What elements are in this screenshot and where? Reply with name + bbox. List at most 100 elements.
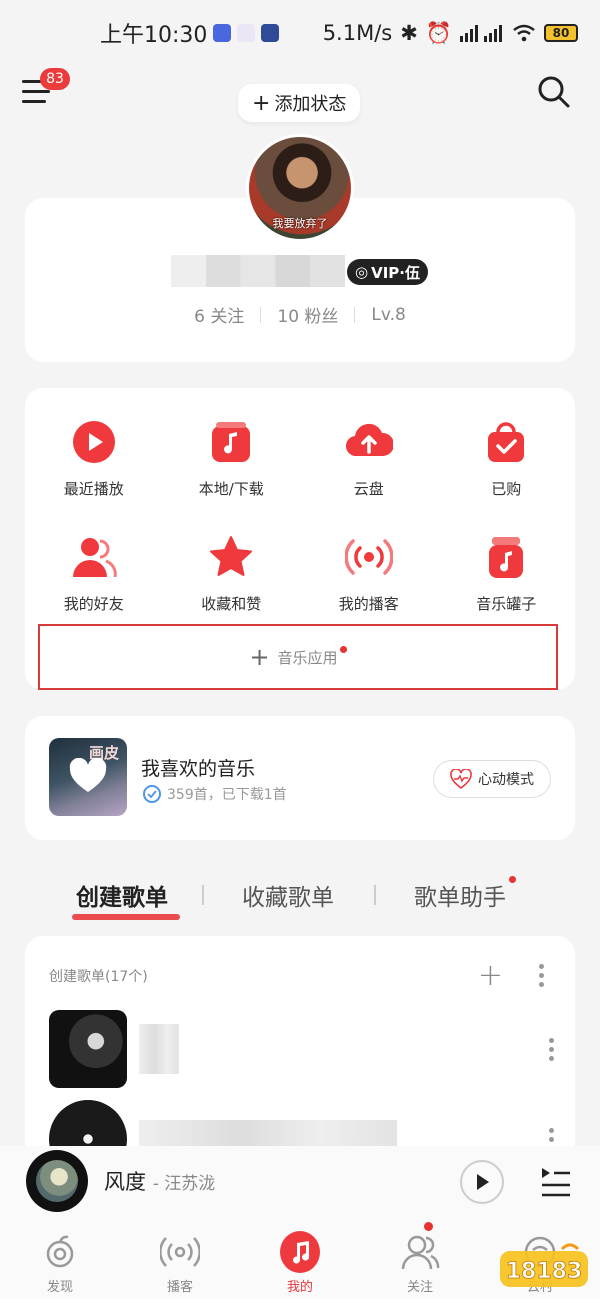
active-tab-indicator — [72, 914, 180, 920]
svg-text:18183: 18183 — [506, 1259, 583, 1284]
quick-action-label: 已购 — [491, 480, 522, 498]
tab-created-playlists[interactable]: 创建歌单 — [72, 878, 180, 920]
vip-badge[interactable]: ◎ VIP·伍 — [347, 259, 428, 285]
heartbeat-icon — [450, 769, 472, 789]
quick-action-label: 音乐罐子 — [476, 595, 537, 613]
playlist-queue-button[interactable] — [540, 1164, 572, 1198]
username-blurred[interactable] — [171, 255, 345, 287]
app-notification-icon — [213, 24, 232, 42]
nav-label: 发现 — [46, 1280, 73, 1295]
created-playlists-card: 创建歌单(17个) + — [25, 936, 575, 1178]
user-level[interactable]: Lv.8 — [371, 305, 405, 325]
quick-action-purchased[interactable]: 已购 — [438, 418, 576, 499]
play-button[interactable] — [460, 1160, 504, 1204]
quick-action-recent[interactable]: 最近播放 — [25, 418, 163, 499]
vip-label: VIP·伍 — [371, 263, 420, 282]
network-speed: 5.1M/s — [322, 21, 393, 45]
search-icon — [538, 76, 570, 108]
divider — [354, 306, 356, 323]
liked-music-card[interactable]: 画皮 我喜欢的音乐 359首，已下载1首 心动模式 — [25, 716, 575, 840]
more-options-icon[interactable] — [539, 964, 545, 987]
quick-action-label: 我的播客 — [338, 595, 399, 613]
nav-my-music[interactable]: 我的 — [240, 1220, 360, 1299]
vip-logo-icon: ◎ — [355, 263, 369, 281]
playlist-item[interactable] — [49, 1010, 554, 1088]
tab-divider — [202, 885, 204, 905]
quick-action-cloud[interactable]: 云盘 — [300, 418, 438, 499]
liked-music-subtitle: 359首，已下载1首 — [143, 784, 287, 804]
broadcast-icon — [344, 533, 393, 581]
now-playing-info: 风度 - 汪苏泷 — [104, 1166, 215, 1196]
tab-playlist-assistant[interactable]: 歌单助手 — [414, 876, 516, 912]
now-playing-disc[interactable] — [26, 1150, 88, 1212]
quick-action-friends[interactable]: 我的好友 — [25, 533, 163, 614]
tab-collected-playlists[interactable]: 收藏歌单 — [242, 878, 334, 912]
status-bar: 上午10:30 5.1M/s ✱ ⏰ 80 — [0, 0, 600, 66]
nav-follow[interactable]: 关注 — [360, 1220, 480, 1299]
quick-action-music-jar[interactable]: 音乐罐子 — [438, 533, 576, 614]
liked-music-cover: 画皮 — [49, 738, 127, 816]
quick-action-label: 我的好友 — [63, 595, 124, 613]
quick-actions-grid: 最近播放 本地/下载 云盘 已购 我的好友 收藏和赞 我的播客 音乐罐子 — [25, 418, 575, 614]
battery-indicator: 80 — [544, 24, 578, 42]
liked-music-title: 我喜欢的音乐 — [141, 758, 256, 780]
check-icon — [143, 785, 161, 803]
followers-count[interactable]: 10 粉丝 — [277, 302, 338, 327]
tab-label: 歌单助手 — [414, 885, 506, 911]
tab-label: 创建歌单 — [76, 885, 168, 911]
nav-label: 我的 — [286, 1280, 313, 1295]
watermark-logo-icon: 18183 — [500, 1243, 588, 1287]
plus-icon: + — [249, 643, 270, 671]
avatar-caption: 我要放弃了 — [272, 217, 328, 230]
more-options-icon[interactable] — [549, 1038, 555, 1061]
playlist-tabs: 创建歌单 收藏歌单 歌单助手 — [0, 870, 600, 920]
app-notification-icon — [237, 24, 256, 42]
quick-action-favorites[interactable]: 收藏和赞 — [163, 533, 301, 614]
playlist-title-blurred — [139, 1024, 179, 1074]
music-app-label: 音乐应用 — [277, 648, 338, 667]
friends-icon — [70, 533, 118, 581]
plus-icon: + — [252, 90, 271, 116]
playlist-cover — [49, 1010, 127, 1088]
music-note-box-icon — [207, 418, 255, 466]
heartbeat-mode-button[interactable]: 心动模式 — [433, 760, 551, 798]
signal-icon — [460, 25, 502, 42]
music-app-button[interactable]: + 音乐应用 — [38, 624, 558, 690]
nav-discover[interactable]: 发现 — [0, 1220, 120, 1299]
heartbeat-mode-label: 心动模式 — [478, 772, 534, 788]
add-status-button[interactable]: + 添加状态 — [238, 84, 361, 122]
app-notification-icon — [261, 24, 280, 42]
cloud-upload-icon — [345, 418, 393, 466]
bluetooth-icon: ✱ — [400, 21, 418, 45]
play-icon — [477, 1174, 489, 1190]
created-playlists-header: 创建歌单(17个) — [49, 969, 148, 985]
quick-actions-card: 最近播放 本地/下载 云盘 已购 我的好友 收藏和赞 我的播客 音乐罐子 + 音… — [25, 388, 575, 690]
alarm-icon: ⏰ — [425, 20, 452, 45]
bottom-nav: 发现 播客 我的 关注 云村 18183 — [0, 1220, 600, 1299]
nav-label: 关注 — [406, 1280, 433, 1295]
following-count[interactable]: 6 关注 — [194, 302, 244, 327]
quick-action-label: 云盘 — [353, 480, 384, 498]
artist-separator: - — [152, 1174, 165, 1194]
new-indicator-dot — [509, 876, 516, 883]
song-title: 风度 — [104, 1170, 146, 1194]
heart-icon — [69, 758, 107, 792]
avatar[interactable]: 我要放弃了 — [246, 134, 354, 242]
new-indicator-dot — [424, 1222, 433, 1231]
new-indicator-dot — [339, 645, 347, 653]
search-button[interactable] — [536, 74, 572, 110]
add-playlist-button[interactable]: + — [478, 958, 503, 993]
quick-action-podcasts[interactable]: 我的播客 — [300, 533, 438, 614]
tab-label: 收藏歌单 — [242, 885, 334, 911]
wifi-icon — [513, 24, 535, 42]
my-music-icon — [280, 1231, 320, 1273]
nav-podcast[interactable]: 播客 — [120, 1220, 240, 1299]
quick-action-label: 最近播放 — [63, 480, 124, 498]
add-status-label: 添加状态 — [274, 94, 347, 115]
queue-icon — [542, 1168, 570, 1197]
quick-action-local-download[interactable]: 本地/下载 — [163, 418, 301, 499]
quick-action-label: 收藏和赞 — [201, 595, 262, 613]
liked-music-count: 359首，已下载1首 — [167, 787, 287, 803]
mini-player[interactable]: 风度 - 汪苏泷 — [0, 1146, 600, 1220]
notification-badge: 83 — [40, 68, 70, 90]
